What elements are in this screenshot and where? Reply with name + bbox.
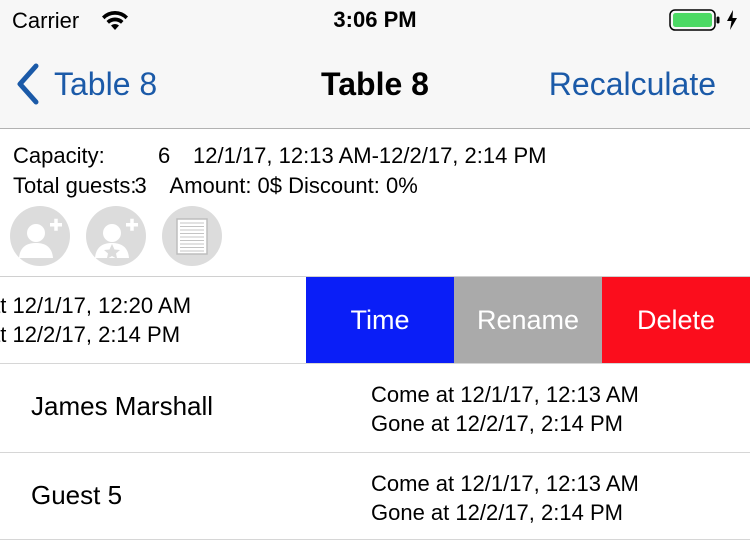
guest-gone-time: Gone at 12/2/17, 2:14 PM	[371, 411, 623, 436]
guest-gone-time: Gone at 12/2/17, 2:14 PM	[371, 500, 623, 525]
add-vip-guest-icon	[95, 218, 138, 259]
add-vip-guest-button[interactable]	[86, 206, 146, 266]
table-info: Capacity: 6 12/1/17, 12:13 AM-12/2/17, 2…	[13, 141, 546, 201]
guest-times: Come at 12/1/17, 12:13 AM Gone at 12/2/1…	[371, 469, 639, 527]
period-text: 12/1/17, 12:13 AM-12/2/17, 2:14 PM	[193, 143, 547, 168]
swiped-row-come: at 12/1/17, 12:20 AM	[0, 293, 192, 318]
swiped-guest-row[interactable]: at 12/1/17, 12:20 AM at 12/2/17, 2:14 PM…	[0, 277, 750, 363]
charging-bolt-icon	[727, 10, 737, 30]
delete-button[interactable]: Delete	[602, 277, 750, 363]
navigation-bar: Table 8 Table 8 Recalculate	[0, 40, 750, 129]
swiped-row-gone: at 12/2/17, 2:14 PM	[0, 322, 181, 347]
guest-name: Guest 5	[31, 480, 123, 510]
recalculate-button[interactable]: Recalculate	[549, 66, 716, 103]
action-icons	[10, 206, 222, 266]
battery-icon	[669, 9, 720, 31]
swipe-actions: Time Rename Delete	[306, 277, 750, 363]
rename-button[interactable]: Rename	[454, 277, 602, 363]
capacity-label: Capacity:	[13, 143, 105, 168]
total-guests-value: 3	[134, 173, 147, 198]
bill-button[interactable]	[162, 206, 222, 266]
add-guest-icon	[19, 218, 62, 258]
add-guest-button[interactable]	[10, 206, 70, 266]
amount-discount-text: Amount: 0$ Discount: 0%	[169, 173, 418, 198]
capacity-value: 6	[158, 143, 171, 168]
guest-name: James Marshall	[31, 391, 214, 421]
bill-icon	[176, 218, 208, 255]
guest-come-time: Come at 12/1/17, 12:13 AM	[371, 382, 639, 407]
guest-times: Come at 12/1/17, 12:13 AM Gone at 12/2/1…	[371, 380, 639, 438]
time-button[interactable]: Time	[306, 277, 454, 363]
guest-come-time: Come at 12/1/17, 12:13 AM	[371, 471, 639, 496]
status-bar: Carrier 3:06 PM	[0, 0, 750, 40]
swiped-row-times: at 12/1/17, 12:20 AM at 12/2/17, 2:14 PM	[0, 291, 191, 349]
total-guests-label: Total guests:	[13, 173, 137, 198]
guest-row[interactable]: James Marshall Come at 12/1/17, 12:13 AM…	[0, 364, 750, 452]
guest-row[interactable]: Guest 5 Come at 12/1/17, 12:13 AM Gone a…	[0, 453, 750, 540]
status-time: 3:06 PM	[333, 7, 417, 32]
